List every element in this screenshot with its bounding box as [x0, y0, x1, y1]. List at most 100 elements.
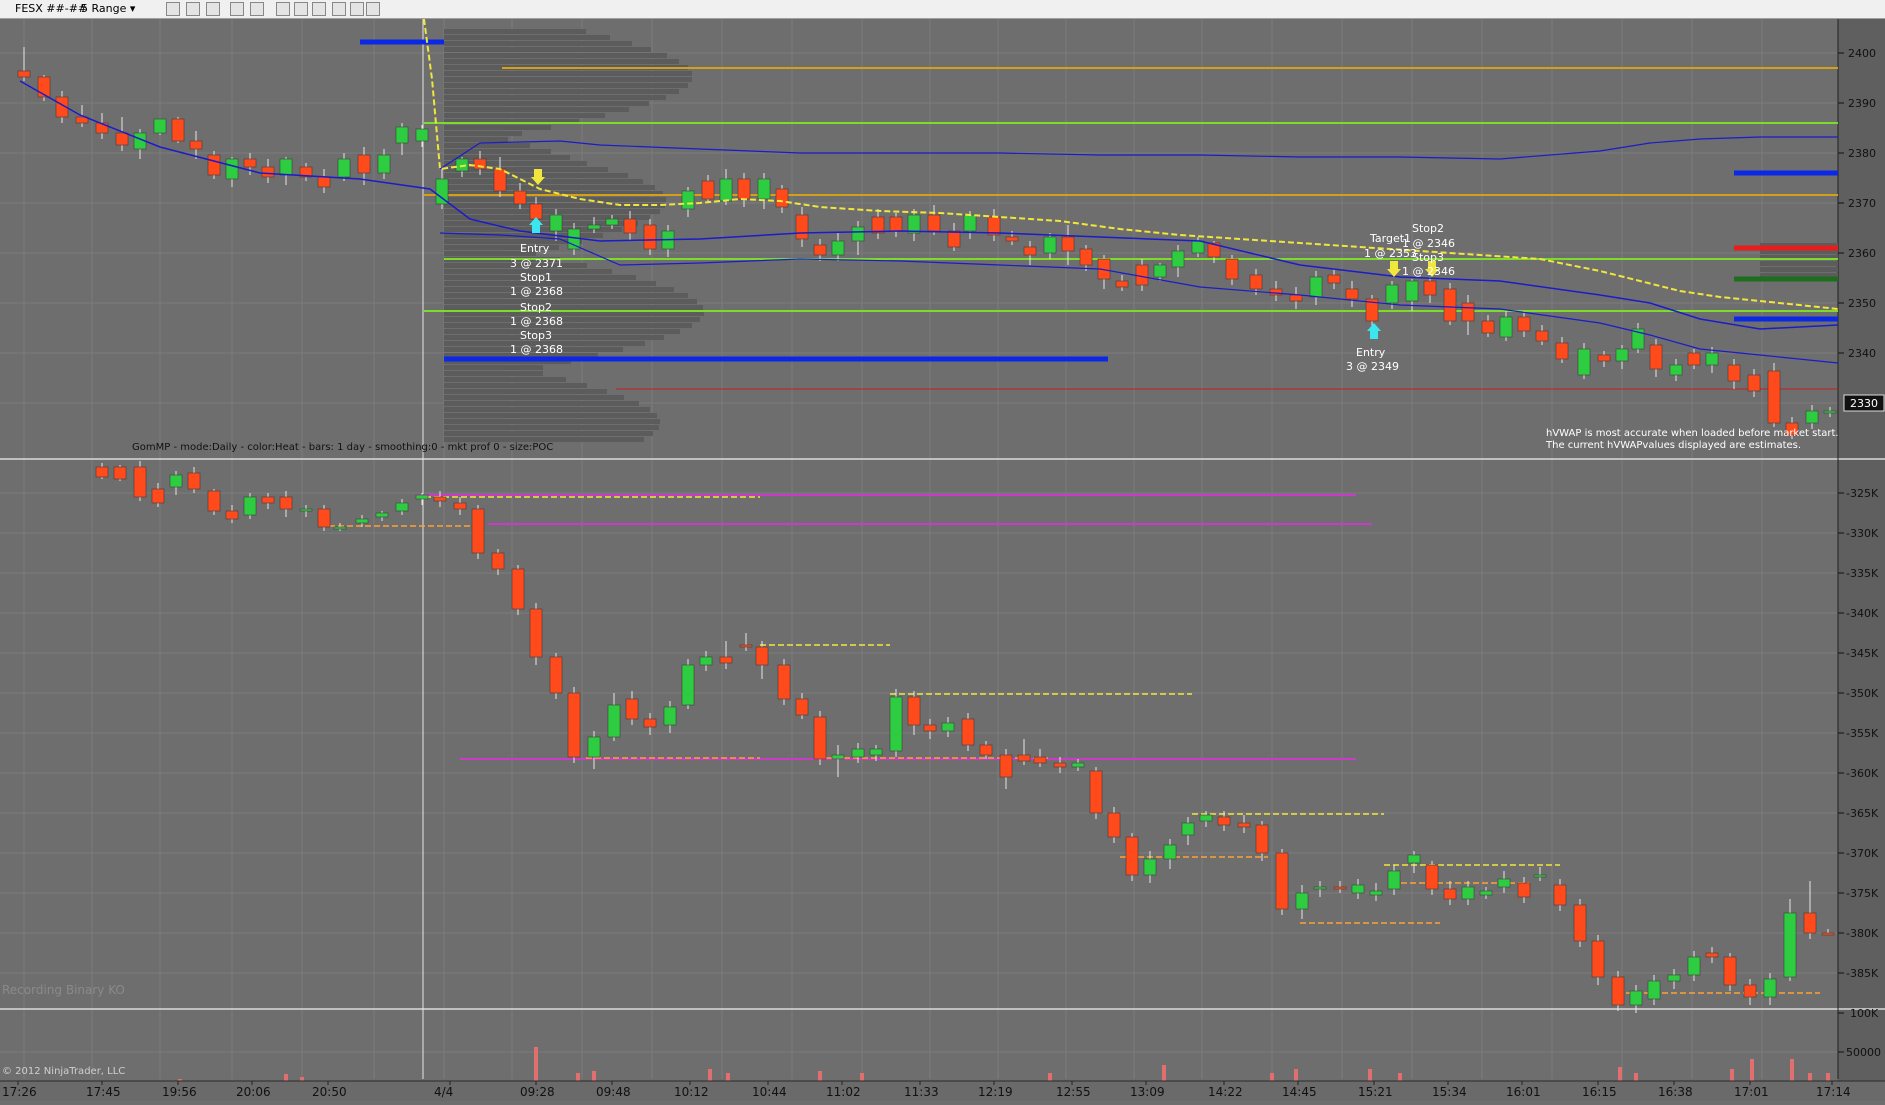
delta-axis-label: -360K	[1846, 767, 1879, 780]
volume-bar	[300, 1077, 304, 1081]
market-profile-bar	[444, 101, 649, 106]
candle-body	[377, 154, 391, 174]
candle-body	[1497, 878, 1511, 888]
candle-body	[1033, 756, 1047, 764]
candle-body	[243, 158, 257, 168]
entry-value: 3 @ 2349	[1346, 360, 1399, 373]
market-profile-bar	[444, 401, 639, 406]
chart-trader-icon[interactable]	[332, 2, 346, 16]
candle-body	[1481, 320, 1495, 334]
candle-body	[1533, 874, 1547, 878]
candle-body	[1191, 240, 1205, 254]
candle-body	[357, 154, 371, 174]
candle-body	[1553, 884, 1567, 906]
data-box-icon[interactable]	[294, 2, 308, 16]
candle-body	[1763, 978, 1777, 998]
candle-body	[927, 214, 941, 232]
candle-body	[1443, 888, 1457, 900]
candle-body	[643, 224, 657, 250]
bar-style-icon[interactable]	[166, 2, 180, 16]
candle-body	[415, 494, 429, 500]
candle-body	[1499, 316, 1513, 338]
market-profile-bar	[444, 431, 653, 436]
chart-area[interactable]: Entry 3 @ 2371 Stop1 1 @ 2368 Stop2 1 @ 2368 S…	[0, 18, 1885, 1101]
candle-body	[529, 203, 543, 220]
candle-body	[1573, 904, 1587, 942]
delta-axis-label: -350K	[1846, 687, 1879, 700]
strategies-icon[interactable]	[312, 2, 326, 16]
candle-body	[1687, 956, 1701, 976]
candle-body	[299, 508, 313, 512]
candle-body	[681, 664, 695, 706]
market-profile-bar	[444, 95, 666, 100]
candle-body	[1461, 302, 1475, 322]
candle-body	[1053, 762, 1067, 768]
candle-body	[333, 526, 347, 530]
candle-body	[1591, 940, 1605, 978]
price-axis-label: 2340	[1848, 347, 1876, 360]
candle-body	[699, 656, 713, 666]
candle-body	[455, 158, 469, 172]
market-profile-bar	[444, 71, 692, 76]
candle-body	[663, 706, 677, 726]
market-profile-bar	[444, 323, 692, 328]
pencil-draw-icon[interactable]	[186, 2, 200, 16]
copyright-label: © 2012 NinjaTrader, LLC	[2, 1066, 125, 1077]
time-axis-label: 15:34	[1432, 1085, 1467, 1099]
volume-bar	[1048, 1073, 1052, 1081]
market-profile-bar	[444, 371, 543, 376]
candle-body	[1135, 264, 1149, 286]
dollar-icon[interactable]	[350, 2, 364, 16]
instrument-list-icon[interactable]	[366, 2, 380, 16]
candle-body	[171, 118, 185, 142]
time-axis-label: 10:44	[752, 1085, 787, 1099]
zoom-out-icon[interactable]	[230, 2, 244, 16]
candle-body	[491, 552, 505, 570]
time-axis-label: 14:45	[1282, 1085, 1317, 1099]
indicator-label: GomMP - mode:Daily - color:Heat - bars: …	[132, 442, 553, 453]
crosshair-icon[interactable]	[250, 2, 264, 16]
candle-body	[513, 190, 527, 205]
candle-body	[587, 736, 601, 758]
candle-body	[813, 244, 827, 256]
candle-body	[831, 754, 845, 760]
candle-body	[153, 118, 167, 134]
candle-body	[1275, 852, 1289, 910]
market-profile-bar	[444, 377, 566, 382]
candle-body	[871, 216, 885, 234]
candle-body	[1705, 352, 1719, 366]
chart-canvas[interactable]: Entry3 @ 2371Stop11 @ 2368Stop21 @ 2368S…	[0, 18, 1885, 1101]
candle-body	[795, 214, 809, 240]
delta-axis-label: -375K	[1846, 887, 1879, 900]
delta-axis-label: -385K	[1846, 967, 1879, 980]
candle-body	[1555, 342, 1569, 360]
market-profile-bar	[1760, 261, 1838, 266]
time-axis-label: 11:02	[826, 1085, 861, 1099]
market-profile-bar	[444, 131, 522, 136]
candle-body	[1687, 352, 1701, 366]
market-profile-bar	[444, 149, 551, 154]
candle-body	[623, 218, 637, 234]
volume-bar	[1826, 1073, 1830, 1081]
candle-body	[1517, 316, 1531, 332]
candle-body	[113, 466, 127, 480]
delta-axis-label: -380K	[1846, 927, 1879, 940]
market-profile-bar	[444, 413, 657, 418]
candle-body	[1125, 836, 1139, 876]
candle-body	[1313, 886, 1327, 890]
chevron-down-icon: ▾	[129, 2, 136, 15]
candle-body	[1425, 864, 1439, 890]
zoom-in-icon[interactable]	[206, 2, 220, 16]
candle-body	[279, 158, 293, 176]
market-profile-bar	[444, 383, 587, 388]
candle-body	[947, 230, 961, 248]
candle-body	[1803, 912, 1817, 934]
time-axis-label: 16:01	[1506, 1085, 1541, 1099]
candle-body	[337, 158, 351, 178]
candle-body	[1107, 812, 1121, 838]
period-selector[interactable]: 5 Range ▾	[78, 0, 138, 18]
candle-body	[133, 466, 147, 498]
stop3-label: Stop3	[1412, 251, 1444, 264]
volume-bar	[1808, 1073, 1812, 1081]
properties-icon[interactable]	[276, 2, 290, 16]
